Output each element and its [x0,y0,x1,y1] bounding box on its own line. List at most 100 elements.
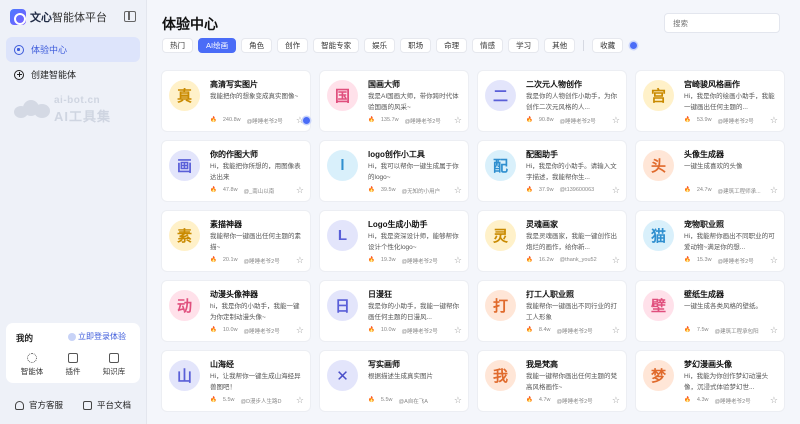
agent-meta: 🔥 5.5w @D漫步人生路D [210,397,282,405]
agent-card[interactable]: 素 素描神器 我能帮你一键画出任何主题的素描~ 🔥 20.1w @睡睡老爷2号 ☆ [161,210,311,272]
star-icon[interactable]: ☆ [612,325,620,336]
agent-description: Hi，我能帮你画出不同职业的可爱动物~满足你的想... [684,233,775,251]
tab-4[interactable]: 智能专家 [313,38,360,53]
star-icon[interactable]: ☆ [770,115,778,126]
tab-0[interactable]: 热门 [162,38,193,53]
star-icon[interactable]: ☆ [612,115,620,126]
agent-title: 梦幻漫画头像 [684,360,732,369]
tab-1[interactable]: AI绘画 [198,38,237,53]
login-link[interactable]: 立即登录体验 [68,331,126,342]
star-icon[interactable]: ☆ [770,255,778,266]
agent-views: 20.1w [222,257,238,263]
star-icon[interactable]: ☆ [770,185,778,196]
agent-card[interactable]: 二 二次元人物创作 我是你的人物创作小助手，为你创作二次元风格的人... 🔥 90.8w… [477,70,627,132]
agent-avatar: L [327,220,358,251]
agent-card[interactable]: 配 配图助手 Hi，我是你的小助手。请输入文字描述，我能帮你生... 🔥 37.9w @t… [477,140,627,202]
fire-icon: 🔥 [684,327,691,333]
watermark: ai-bot.cn AI工具集 [14,94,139,124]
agent-meta: 🔥 4.3w @睡睡老爷2号 [684,397,751,405]
tool-knowledge[interactable]: 知识库 [94,353,134,377]
agent-card[interactable]: 梦 梦幻漫画头像 Hi，我能为你创作梦幻动漫头像，沉浸式体验梦幻世... 🔥 4.3w @… [635,350,785,412]
agent-card[interactable]: 日 日漫狂 我是你的小助手，我能一键帮你画任何主题的日漫风... 🔥 10.0w @睡睡老… [319,280,469,342]
platform-docs-label: 平台文档 [97,400,132,410]
agent-views: 10.0w [222,327,238,333]
tool-agents[interactable]: 智能体 [12,353,52,377]
my-panel: 我的 立即登录体验 智能体 插件 知识库 [6,323,140,383]
tab-5[interactable]: 娱乐 [364,38,396,53]
search-input[interactable] [664,13,780,33]
selection-indicator [303,117,310,124]
agent-title: 写实画师 [368,360,400,369]
star-icon[interactable]: ☆ [612,185,620,196]
official-service-link[interactable]: 官方客服 [15,399,63,411]
nav-item-create-agent[interactable]: 创建智能体 [6,62,140,87]
star-icon[interactable]: ☆ [454,115,462,126]
platform-docs-link[interactable]: 平台文档 [83,399,131,411]
knowledge-base-icon [109,353,119,363]
agent-card[interactable]: l logo创作小工具 Hi，我可以帮你一键生成属于你的logo~ 🔥 39.5w @无知… [319,140,469,202]
star-icon[interactable]: ☆ [454,185,462,196]
star-icon[interactable]: ☆ [454,395,462,406]
agent-description: Hi，让我帮你一键生成山海经异兽图吧！ [210,373,301,391]
nav-item-experience-center[interactable]: 体验中心 [6,37,140,62]
star-icon[interactable]: ☆ [770,325,778,336]
sidebar-collapse-icon[interactable] [124,11,136,22]
agent-author: @A自在飞A [398,399,428,405]
tab-6[interactable]: 职场 [400,38,432,53]
star-icon[interactable]: ☆ [296,255,304,266]
agent-author: @睡睡老爷2号 [401,329,438,335]
agent-author: @睡睡老爷2号 [243,329,280,335]
agent-card[interactable]: 宫 宫崎骏风格画作 Hi，我是你的绘画小助手，我能一键画出任何主题的... 🔥 53.9… [635,70,785,132]
tab-7[interactable]: 命理 [436,38,468,53]
agent-card[interactable]: 灵 灵魂画家 我是灵魂画家，我能一键创作出炮烂的画作，给你新... 🔥 16.2w @th… [477,210,627,272]
agent-card[interactable]: 真高清写实图片 我能把你的想象变成真实图像~ 🔥 240.8w @睡睡老爷2号 ☆ [161,70,311,132]
star-icon[interactable]: ☆ [454,255,462,266]
agent-author: @_南山以南 [243,189,275,195]
tab-9[interactable]: 学习 [508,38,540,53]
tab-8[interactable]: 情感 [472,38,504,53]
agent-card[interactable]: 头 头像生成器 一键生成喜欢的头像 🔥 24.7w @建筑工程师承... ☆ [635,140,785,202]
agent-description: Hi，我能为你创作梦幻动漫头像，沉浸式体验梦幻世... [684,373,769,391]
agent-meta: 🔥 240.8w @睡睡老爷2号 [210,117,283,125]
agent-card[interactable]: 猫 宠物职业照 Hi，我能帮你画出不同职业的可爱动物~满足你的想... 🔥 15.3w @… [635,210,785,272]
agent-avatar: 我 [485,360,516,391]
agent-meta: 🔥 53.9w @睡睡老爷2号 [684,117,754,125]
official-service-label: 官方客服 [29,400,64,410]
plugin-icon [68,353,78,363]
agent-card[interactable]: 国 国画大师 我是AI国画大师，带你跨时代体验国画的风采~ 🔥 135.7w @睡睡老爷2… [319,70,469,132]
tool-label: 插件 [65,367,81,376]
fire-icon: 🔥 [210,327,217,333]
star-icon[interactable]: ☆ [770,395,778,406]
agent-card[interactable]: 打 打工人职业照 我能帮你一键画出不同行业的打工人形象 🔥 8.4w @睡睡老爷2号 ☆ [477,280,627,342]
tab-10[interactable]: 其他 [544,38,576,53]
tab-favorites[interactable]: 收藏 [592,38,624,53]
star-icon[interactable]: ☆ [296,185,304,196]
star-icon[interactable]: ☆ [296,395,304,406]
agent-card[interactable]: ✕ 写实画师 根据描述生成真实图片 🔥 5.5w @A自在飞A ☆ [319,350,469,412]
agent-card[interactable]: 动 动漫头像神器 hi，我是你的小助手，我能一键为你定制动漫头像~ 🔥 10.0w @睡睡… [161,280,311,342]
agent-views: 47.8w [222,187,238,193]
agent-description: 一键生成喜欢的头像 [684,163,743,170]
brand-logo[interactable]: 文心智能体平台 [10,9,107,25]
agent-card[interactable]: L Logo生成小助手 Hi，我是资深设计师，能够帮你设计个性化logo~ 🔥 19.3… [319,210,469,272]
agent-card[interactable]: 壁 壁纸生成器 一键生成各类风格的壁纸。 🔥 7.5w @建筑工程承包阳 ☆ [635,280,785,342]
agent-title: logo创作小工具 [368,150,425,159]
star-icon[interactable]: ☆ [612,395,620,406]
fire-icon: 🔥 [526,117,533,123]
agent-card[interactable]: 我 我是梵高 我能一键帮你画出任何主题的梵高风格画作~ 🔥 4.7w @睡睡老爷2号 ☆ [477,350,627,412]
tab-3[interactable]: 创作 [277,38,309,53]
agent-card[interactable]: 山 山海经 Hi，让我帮你一键生成山海经异兽图吧！ 🔥 5.5w @D漫步人生路D ☆ [161,350,311,412]
tab-divider [583,40,585,51]
tool-plugins[interactable]: 插件 [53,353,93,377]
star-icon[interactable]: ☆ [612,255,620,266]
agent-views: 8.4w [538,327,551,333]
agent-avatar: 头 [643,150,674,181]
star-icon[interactable]: ☆ [296,325,304,336]
favorites-toggle-icon[interactable] [630,42,638,49]
agent-avatar: l [327,150,358,181]
tab-2[interactable]: 角色 [241,38,273,53]
star-icon[interactable]: ☆ [454,325,462,336]
agent-description: 我能帮你一键画出不同行业的打工人形象 [526,303,617,321]
agent-card[interactable]: 画 你的作图大师 Hi，我能把你所想的，用图像表达出来 🔥 47.8w @_南山以南 ☆ [161,140,311,202]
agent-author: @睡睡老爷2号 [717,259,754,265]
